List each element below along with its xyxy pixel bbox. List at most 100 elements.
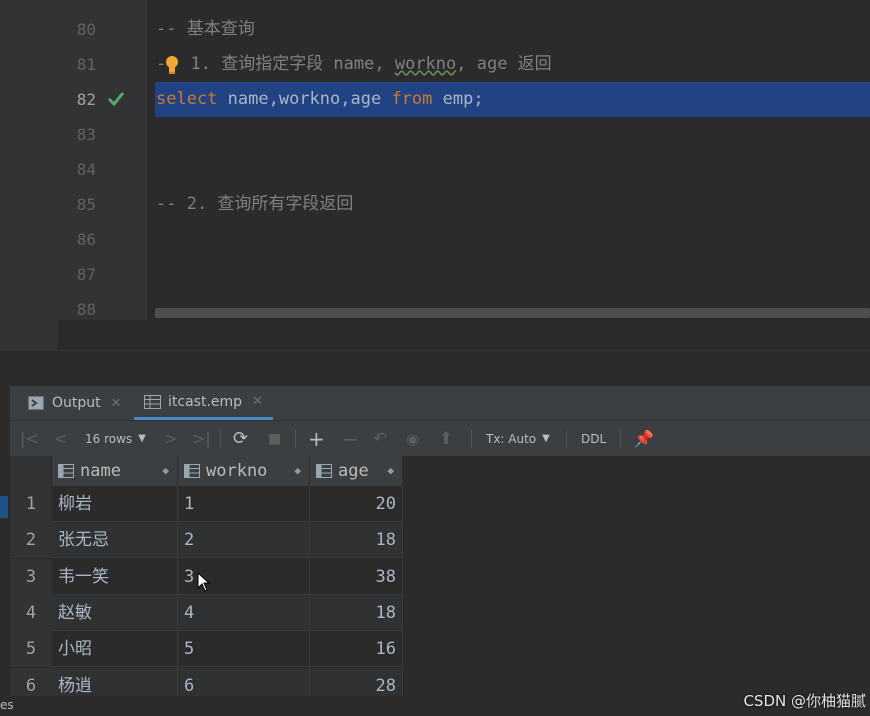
first-page-icon[interactable]: |< [20, 421, 39, 456]
cell-name[interactable]: 张无忌 [52, 522, 178, 558]
panel-divider[interactable] [0, 350, 870, 387]
tab-label: itcast.emp [168, 393, 243, 410]
close-icon[interactable]: ✕ [252, 394, 263, 409]
code-line-84[interactable]: 84 [0, 152, 870, 187]
code-line-85[interactable]: 85 -- 2. 查询所有字段返回 [0, 187, 870, 222]
cell-workno[interactable]: 5 [178, 631, 310, 667]
table-icon [144, 394, 161, 409]
cell-workno[interactable]: 6 [178, 668, 310, 696]
column-icon [184, 464, 200, 478]
row-number[interactable]: 1 [10, 486, 52, 522]
tx-mode-label: Tx: Auto [486, 431, 537, 446]
column-header-label: name [80, 461, 121, 481]
column-header-label: workno [206, 461, 268, 481]
lightbulb-icon[interactable] [164, 55, 180, 75]
row-number[interactable]: 2 [10, 522, 52, 558]
cell-age[interactable]: 18 [310, 595, 403, 631]
selected-row-marker [0, 496, 8, 518]
line-number: 83 [76, 125, 96, 144]
preview-changes-icon[interactable]: ◉ [406, 421, 419, 456]
cell-age[interactable]: 18 [310, 522, 403, 558]
toolbar-separator [471, 430, 472, 448]
row-number[interactable]: 5 [10, 631, 52, 667]
line-number: 84 [76, 160, 96, 179]
results-tab-bar: Output ✕ itcast.emp ✕ [10, 386, 870, 421]
row-number[interactable]: 3 [10, 559, 52, 595]
table-row[interactable]: 4 赵敏 4 18 [10, 595, 403, 631]
table-row[interactable]: 6 杨逍 6 28 [10, 668, 403, 696]
tab-itcast-emp[interactable]: itcast.emp ✕ [134, 386, 273, 420]
code-line-83[interactable]: 83 [0, 117, 870, 152]
column-icon [58, 464, 74, 478]
submit-icon[interactable]: ⬆ [439, 421, 453, 456]
cell-workno[interactable]: 2 [178, 522, 310, 558]
cell-age[interactable]: 28 [310, 668, 403, 696]
row-number[interactable]: 4 [10, 595, 52, 631]
results-toolbar: |< < 16 rows ▼ > >| ⟳ ■ + − ↶ ◉ ⬆ Tx: Aut… [10, 421, 870, 456]
pin-icon[interactable]: 📌 [634, 421, 654, 456]
code-line-86[interactable]: 86 [0, 222, 870, 257]
cell-workno[interactable]: 4 [178, 595, 310, 631]
sort-icon[interactable]: ◆ [162, 456, 169, 486]
code-line-87[interactable]: 87 [0, 257, 870, 292]
watermark: CSDN @你柚猫腻 [743, 692, 866, 710]
sort-icon[interactable]: ◆ [294, 456, 301, 486]
rows-count-label: 16 rows [85, 431, 133, 446]
check-icon [107, 92, 125, 107]
next-page-icon[interactable]: > [164, 421, 177, 456]
toolbar-separator [295, 430, 296, 448]
cell-age[interactable]: 20 [310, 486, 403, 522]
line-number: 87 [76, 265, 96, 284]
previous-page-icon[interactable]: < [54, 421, 67, 456]
sort-icon[interactable]: ◆ [387, 456, 394, 486]
cell-age[interactable]: 38 [310, 559, 403, 595]
cell-name[interactable]: 韦一笑 [52, 559, 178, 595]
table-row[interactable]: 5 小昭 5 16 [10, 631, 403, 667]
table-row[interactable]: 1 柳岩 1 20 [10, 486, 403, 522]
line-number: 81 [76, 55, 96, 74]
line-number: 85 [76, 195, 96, 214]
code-comment: -- 基本查询 [156, 19, 255, 39]
cell-name[interactable]: 赵敏 [52, 595, 178, 631]
grid-corner [10, 456, 52, 486]
cell-name[interactable]: 柳岩 [52, 486, 178, 522]
tab-output[interactable]: Output ✕ [28, 386, 122, 420]
table-row[interactable]: 2 张无忌 2 18 [10, 522, 403, 558]
status-bar: es [0, 696, 870, 716]
remove-row-icon[interactable]: − [342, 421, 359, 456]
code-line-81[interactable]: 81 - 1. 查询指定字段 name, workno, age 返回 [0, 47, 870, 82]
sql-statement: select name,workno,age from emp; [156, 89, 484, 109]
results-grid[interactable]: name ◆ workno ◆ age ◆ 1 柳岩 1 20 2 张无忌 2 18 3 韦一笑 3… [10, 456, 870, 696]
ddl-button[interactable]: DDL [581, 421, 606, 456]
left-tool-strip [0, 386, 10, 696]
horizontal-scrollbar[interactable] [155, 308, 870, 318]
line-number: 86 [76, 230, 96, 249]
last-page-icon[interactable]: >| [192, 421, 211, 456]
column-header-name[interactable]: name ◆ [52, 456, 178, 486]
mouse-cursor-icon [197, 572, 211, 592]
refresh-icon[interactable]: ⟳ [233, 421, 248, 456]
code-line-82[interactable]: 82 select name,workno,age from emp; [0, 82, 870, 117]
undo-icon[interactable]: ↶ [373, 421, 387, 456]
cell-name[interactable]: 杨逍 [52, 668, 178, 696]
cell-workno[interactable]: 1 [178, 486, 310, 522]
column-icon [316, 464, 332, 478]
code-editor[interactable]: 80 -- 基本查询 81 - 1. 查询指定字段 name, workno, … [0, 0, 870, 350]
stop-icon[interactable]: ■ [268, 421, 281, 456]
cell-age[interactable]: 16 [310, 631, 403, 667]
line-number: 88 [76, 300, 96, 319]
close-icon[interactable]: ✕ [111, 396, 122, 411]
code-comment: -- 2. 查询所有字段返回 [156, 194, 354, 214]
column-header-age[interactable]: age ◆ [310, 456, 403, 486]
toolbar-separator [220, 430, 221, 448]
toolbar-separator [620, 430, 621, 448]
tab-label: Output [52, 395, 101, 411]
code-line-80[interactable]: 80 -- 基本查询 [0, 12, 870, 47]
rows-count-dropdown[interactable]: 16 rows ▼ [85, 421, 146, 456]
row-number[interactable]: 6 [10, 668, 52, 696]
add-row-icon[interactable]: + [308, 421, 325, 456]
tx-mode-dropdown[interactable]: Tx: Auto ▼ [486, 421, 550, 456]
cell-name[interactable]: 小昭 [52, 631, 178, 667]
column-header-workno[interactable]: workno ◆ [178, 456, 310, 486]
line-number: 82 [76, 90, 96, 109]
